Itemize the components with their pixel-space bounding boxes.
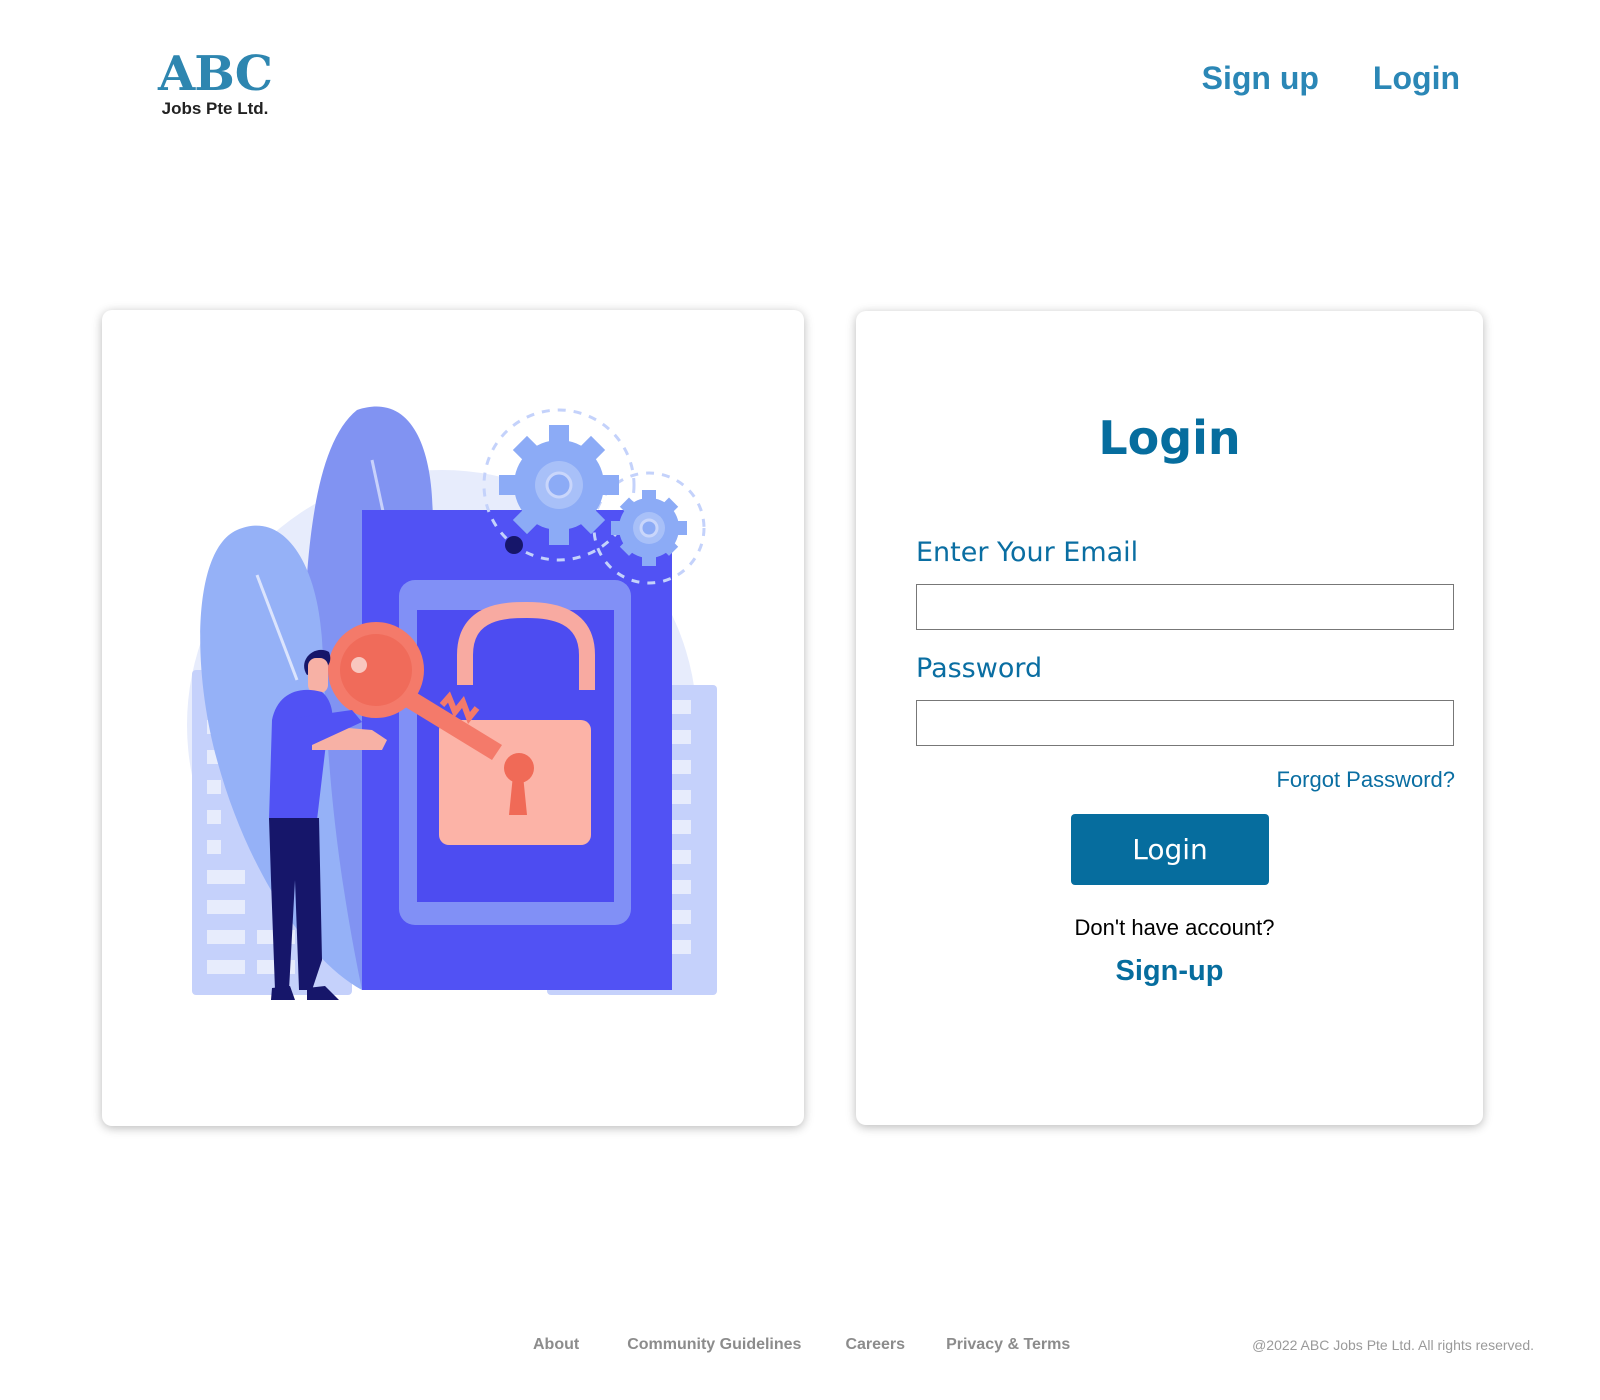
email-input[interactable] (916, 584, 1454, 630)
nav-signup-link[interactable]: Sign up (1202, 58, 1319, 98)
copyright-text: @2022 ABC Jobs Pte Ltd. All rights reser… (1252, 1337, 1534, 1353)
login-title: Login (1098, 411, 1241, 465)
login-card: Login Enter Your Email Password Forgot P… (856, 311, 1483, 1125)
forgot-password-link[interactable]: Forgot Password? (1276, 767, 1455, 793)
footer-links: About Community Guidelines Careers Priva… (533, 1336, 1070, 1354)
login-button[interactable]: Login (1071, 814, 1269, 885)
unlock-key-illustration (187, 406, 717, 1000)
footer-link-careers[interactable]: Careers (845, 1336, 905, 1354)
signup-link[interactable]: Sign-up (856, 955, 1483, 988)
no-account-text: Don't have account? (1074, 915, 1275, 940)
top-nav: Sign up Login (1202, 58, 1460, 98)
logo-sub-text: Jobs Pte Ltd. (161, 99, 269, 118)
password-label: Password (916, 653, 1043, 684)
nav-login-link[interactable]: Login (1373, 58, 1460, 98)
email-label: Enter Your Email (916, 537, 1139, 568)
password-input[interactable] (916, 700, 1454, 746)
footer-link-community-guidelines[interactable]: Community Guidelines (627, 1336, 801, 1354)
logo-main-text: ABC (158, 46, 273, 102)
footer-link-privacy-terms[interactable]: Privacy & Terms (946, 1336, 1070, 1354)
footer-link-about[interactable]: About (533, 1336, 579, 1354)
company-logo[interactable]: ABC Jobs Pte Ltd. (150, 50, 280, 120)
illustration-card (102, 310, 804, 1126)
